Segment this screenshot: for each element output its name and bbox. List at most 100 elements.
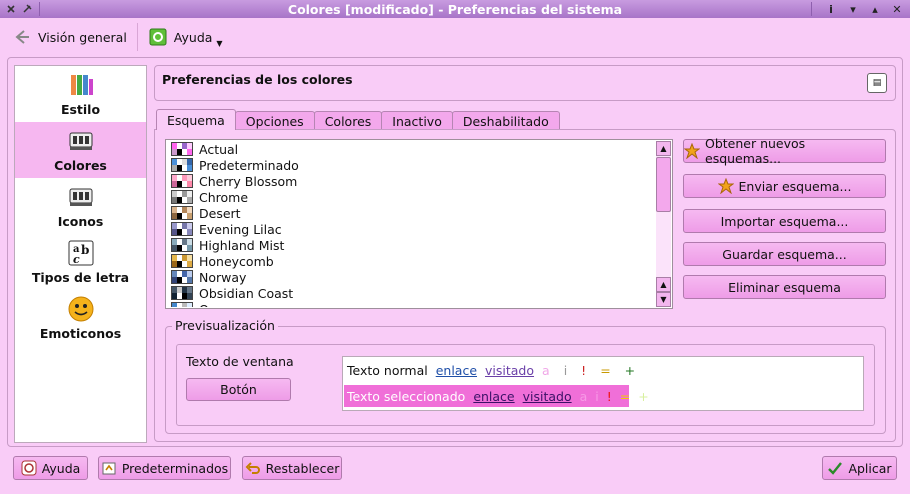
overview-label: Visión general <box>38 29 127 45</box>
color-scheme-swatch-icon <box>171 174 193 188</box>
preview-button: Botón <box>186 378 291 401</box>
close-icon[interactable]: ✕ <box>886 1 908 17</box>
window-title: Colores [modificado] - Preferencias del … <box>287 1 623 17</box>
preview-selected-line: Texto seleccionado enlace visitado a i !… <box>347 388 649 404</box>
toolbar-separator <box>136 23 138 51</box>
scheme-name: Obsidian Coast <box>199 285 294 301</box>
minimize-icon[interactable]: ▾ <box>842 1 864 17</box>
sidebar-item-label: Tipos de letra <box>31 270 130 285</box>
list-item[interactable]: Evening Lilac <box>167 221 655 237</box>
svg-text:b: b <box>81 243 89 257</box>
list-item[interactable]: Oxygen <box>167 301 655 307</box>
scheme-name: Evening Lilac <box>199 221 282 237</box>
scheme-list-scrollbar[interactable]: ▲ ▲ ▼ <box>656 141 671 307</box>
list-item[interactable]: Obsidian Coast <box>167 285 655 301</box>
help-face-icon <box>21 460 37 476</box>
tab-bar: Esquema Opciones Colores Inactivo Deshab… <box>156 109 560 130</box>
send-scheme-button[interactable]: Enviar esquema... <box>683 174 886 198</box>
import-scheme-button[interactable]: Importar esquema... <box>683 209 886 233</box>
title-bar: Colores [modificado] - Preferencias del … <box>0 0 910 18</box>
list-item[interactable]: Chrome <box>167 189 655 205</box>
sidebar-item-label: Iconos <box>57 214 104 229</box>
get-new-schemes-button[interactable]: Obtener nuevos esquemas... <box>683 136 886 166</box>
list-item[interactable]: Norway <box>167 269 655 285</box>
scheme-name: Cherry Blossom <box>199 173 298 189</box>
scheme-list[interactable]: Actual Predeterminado Cherry Blossom Chrome… <box>165 139 673 309</box>
sidebar-item-label: Colores <box>54 158 107 173</box>
undo-arrow-icon <box>245 460 261 476</box>
list-item[interactable]: Desert <box>167 205 655 221</box>
list-item[interactable]: Honeycomb <box>167 253 655 269</box>
sidebar-item-fonts[interactable]: abc Tipos de letra <box>15 234 146 290</box>
list-item[interactable]: Predeterminado <box>167 157 655 173</box>
tab-scheme[interactable]: Esquema <box>156 109 236 130</box>
sidebar-item-icons[interactable]: Iconos <box>15 178 146 234</box>
sidebar-item-label: Emoticonos <box>39 326 122 341</box>
scheme-name: Desert <box>199 205 241 221</box>
color-scheme-swatch-icon <box>171 206 193 220</box>
star-icon <box>717 178 734 194</box>
checkmark-icon <box>827 460 843 476</box>
scheme-name: Norway <box>199 269 247 285</box>
overview-button[interactable]: Visión general <box>6 22 133 52</box>
star-icon <box>684 143 700 159</box>
color-scheme-swatch-icon <box>171 238 193 252</box>
chevron-down-icon: ▼ <box>216 38 223 48</box>
scheme-name: Actual <box>199 141 239 157</box>
tab-options[interactable]: Opciones <box>234 111 315 130</box>
scroll-up-icon[interactable]: ▲ <box>656 141 671 156</box>
sidebar-item-colors[interactable]: Colores <box>15 122 146 178</box>
remove-scheme-button[interactable]: Eliminar esquema <box>683 275 886 299</box>
preview-visited-link: visitado <box>485 362 535 378</box>
sidebar-item-style[interactable]: Estilo <box>15 66 146 122</box>
preview-link: enlace <box>435 362 478 378</box>
preview-selected-link: enlace <box>473 388 515 404</box>
fonts-icon: abc <box>66 238 96 268</box>
list-item[interactable]: Highland Mist <box>167 237 655 253</box>
tab-colors[interactable]: Colores <box>313 111 383 130</box>
pin-icon[interactable] <box>19 1 35 17</box>
scheme-name: Predeterminado <box>199 157 299 173</box>
color-scheme-swatch-icon <box>171 286 193 300</box>
reset-button[interactable]: Restablecer <box>242 456 342 480</box>
color-scheme-swatch-icon <box>171 190 193 204</box>
back-arrow-icon <box>12 27 32 47</box>
sidebar-item-emoticons[interactable]: Emoticonos <box>15 290 146 346</box>
svg-text:c: c <box>73 253 80 266</box>
help-label: Ayuda <box>173 29 213 45</box>
list-item[interactable]: Actual <box>167 141 655 157</box>
help-menu-button[interactable]: Ayuda ▼ <box>142 22 229 52</box>
style-icon <box>66 70 96 100</box>
emoticons-icon <box>66 294 96 324</box>
list-item[interactable]: Cherry Blossom <box>167 173 655 189</box>
system-menu-icon[interactable] <box>3 1 19 17</box>
scheme-name: Oxygen <box>199 302 247 308</box>
page-title: Preferencias de los colores <box>162 72 353 87</box>
color-scheme-swatch-icon <box>171 158 193 172</box>
scroll-down-icon[interactable]: ▼ <box>656 292 671 307</box>
preview-text-view: Texto normal enlace visitado a i ! = + T… <box>342 356 864 411</box>
help-button[interactable]: Ayuda <box>13 456 88 480</box>
preview-window-text: Texto de ventana <box>186 354 294 369</box>
apply-button[interactable]: Aplicar <box>822 456 897 480</box>
category-sidebar: Estilo Colores Iconos abc Tipos de letra… <box>14 65 147 443</box>
color-scheme-swatch-icon <box>171 270 193 284</box>
defaults-button[interactable]: Predeterminados <box>98 456 231 480</box>
maximize-icon[interactable]: ▴ <box>864 1 886 17</box>
help-book-icon <box>148 27 168 47</box>
tab-disabled[interactable]: Deshabilitado <box>451 111 560 130</box>
color-scheme-swatch-icon <box>171 142 193 156</box>
scroll-down-icon[interactable]: ▲ <box>656 277 671 292</box>
color-scheme-swatch-icon <box>171 254 193 268</box>
module-info-icon[interactable]: ▤ <box>867 73 887 93</box>
save-scheme-button[interactable]: Guardar esquema... <box>683 242 886 266</box>
color-scheme-swatch-icon <box>171 302 193 307</box>
scheme-name: Highland Mist <box>199 237 285 253</box>
defaults-icon <box>101 460 117 476</box>
scheme-name: Chrome <box>199 189 249 205</box>
help-icon[interactable]: i <box>820 1 842 17</box>
preview-selected-visited-link: visitado <box>522 388 572 404</box>
sidebar-item-label: Estilo <box>60 102 101 117</box>
tab-inactive[interactable]: Inactivo <box>381 111 453 130</box>
scrollbar-thumb[interactable] <box>656 157 671 212</box>
